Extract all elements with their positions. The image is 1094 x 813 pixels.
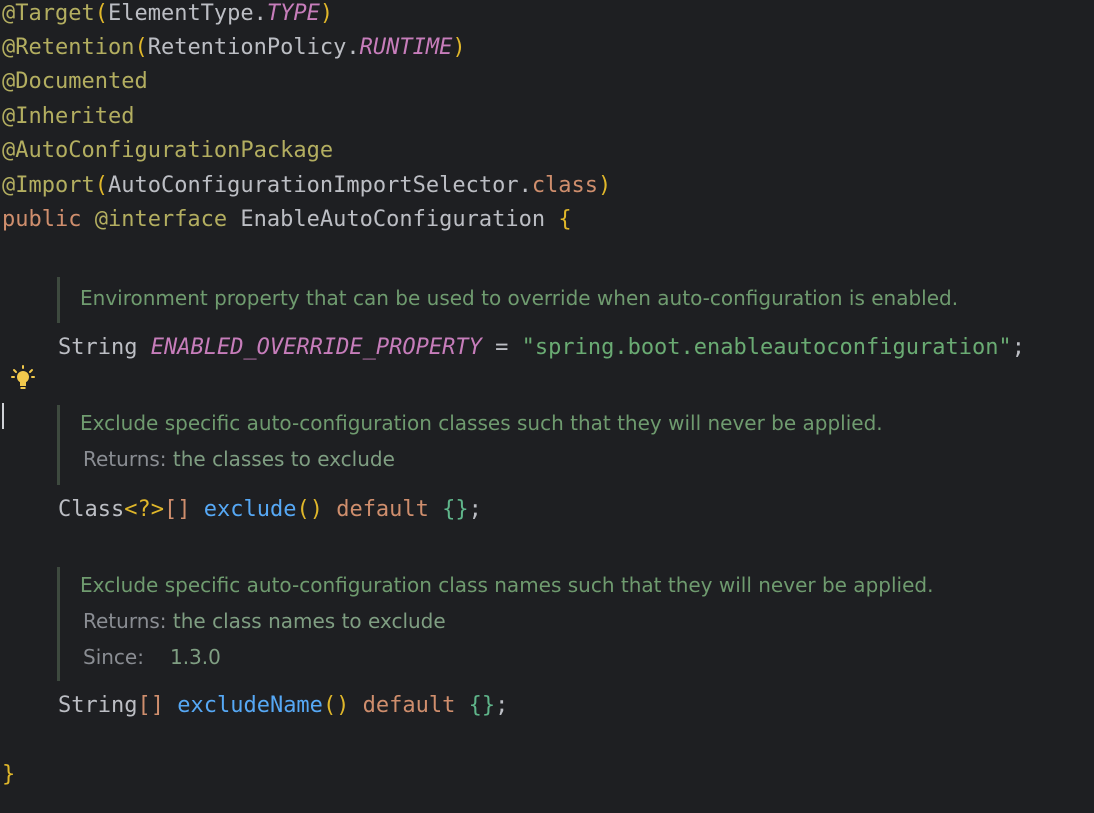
doc-text: Exclude specific auto-configuration clas… [80, 411, 883, 435]
code-line-autoconfig-package: @AutoConfigurationPackage [2, 138, 334, 163]
doc-returns: Returns: the classes to exclude [83, 447, 395, 471]
doc-comment-exclude: Exclude specific auto-configuration clas… [57, 405, 883, 485]
code-line-target: @Target(ElementType.TYPE) [2, 1, 334, 26]
code-line-closing-brace: } [2, 762, 16, 787]
code-line-inherited: @Inherited [2, 104, 135, 129]
code-line-exclude: Class<?>[] exclude() default {}; [58, 497, 482, 522]
doc-text: Exclude specific auto-configuration clas… [80, 573, 934, 597]
text-cursor [2, 403, 4, 429]
code-line-import: @Import(AutoConfigurationImportSelector.… [2, 173, 612, 198]
doc-since: Since: 1.3.0 [83, 645, 221, 669]
lightbulb-icon[interactable] [11, 365, 35, 391]
doc-returns: Returns: the class names to exclude [83, 609, 446, 633]
doc-comment-exclude-name: Exclude specific auto-configuration clas… [57, 567, 933, 681]
code-editor[interactable]: @Target(ElementType.TYPE) @Retention(Ret… [0, 0, 1094, 813]
code-line-retention: @Retention(RetentionPolicy.RUNTIME) [2, 35, 466, 60]
code-line-documented: @Documented [2, 69, 148, 94]
doc-comment-enabled-override: Environment property that can be used to… [57, 277, 958, 323]
doc-text: Environment property that can be used to… [80, 286, 959, 310]
code-line-field: String ENABLED_OVERRIDE_PROPERTY = "spri… [58, 335, 1025, 360]
code-line-exclude-name: String[] excludeName() default {}; [58, 693, 509, 718]
code-line-interface-decl: public @interface EnableAutoConfiguratio… [2, 207, 572, 232]
